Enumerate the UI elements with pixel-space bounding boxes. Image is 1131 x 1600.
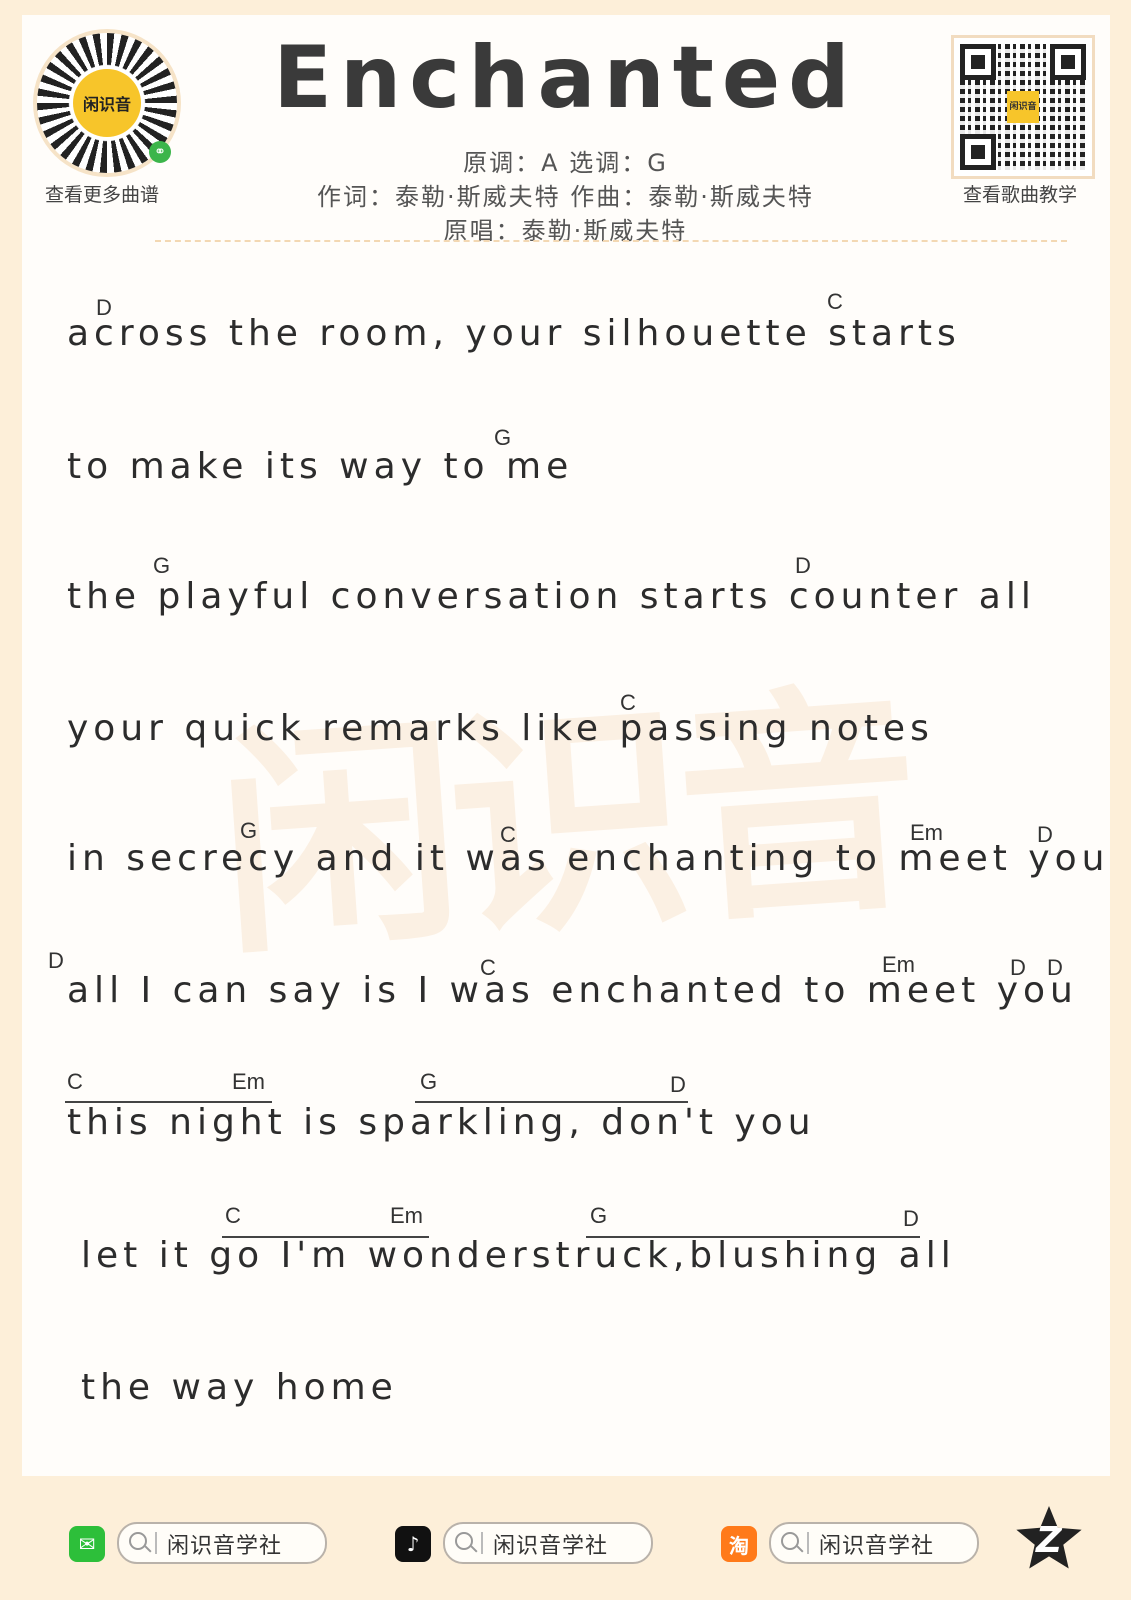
lyric-line: let it go I'm wonderstruck,blushing all <box>81 1235 956 1276</box>
brand-star-logo[interactable]: Z <box>1016 1506 1082 1569</box>
lyric-line: the playful conversation starts counter … <box>67 576 1036 617</box>
chord: C <box>225 1203 241 1228</box>
lyric-line: the way home <box>81 1367 398 1408</box>
douyin-account-name: 闲识音学社 <box>493 1534 609 1559</box>
douyin-icon[interactable]: ♪ <box>395 1526 431 1562</box>
lyric-line: this night is sparkling, don't you <box>67 1102 816 1143</box>
lyric-line: across the room, your silhouette starts <box>67 313 961 354</box>
search-icon <box>781 1532 799 1550</box>
taobao-shop-name: 闲识音学社 <box>819 1534 935 1559</box>
chord: D <box>48 948 64 973</box>
chord: D <box>903 1206 919 1231</box>
chord: G <box>420 1069 438 1094</box>
taobao-search-box[interactable]: 闲识音学社 <box>769 1522 979 1564</box>
wechat-account-name: 闲识音学社 <box>167 1534 283 1559</box>
douyin-search-box[interactable]: 闲识音学社 <box>443 1522 653 1564</box>
key-info: 原调：A 选调：G <box>463 149 668 177</box>
credits-info: 作词：泰勒·斯威夫特 作曲：泰勒·斯威夫特 <box>317 183 814 211</box>
chord: Em <box>232 1069 265 1094</box>
taobao-icon[interactable]: 淘 <box>721 1526 757 1562</box>
chord: G <box>590 1203 608 1228</box>
search-icon <box>455 1532 473 1550</box>
chord: Em <box>390 1203 423 1228</box>
header-divider <box>155 240 1067 242</box>
lyric-line: in secrecy and it was enchanting to meet… <box>67 838 1110 879</box>
lyric-line: to make its way to me <box>67 446 574 487</box>
wechat-search-box[interactable]: 闲识音学社 <box>117 1522 327 1564</box>
song-title: Enchanted <box>273 28 858 128</box>
search-icon <box>129 1532 147 1550</box>
wechat-icon[interactable]: ✉ <box>69 1526 105 1562</box>
chord: D <box>670 1072 686 1097</box>
lyric-line: all I can say is I was enchanted to meet… <box>67 970 1078 1011</box>
lyric-line: your quick remarks like passing notes <box>67 708 934 749</box>
chord: C <box>827 289 843 314</box>
chord: C <box>67 1069 83 1094</box>
footer: ✉ 闲识音学社 ♪ 闲识音学社 淘 闲识音学社 Z <box>0 1476 1131 1600</box>
